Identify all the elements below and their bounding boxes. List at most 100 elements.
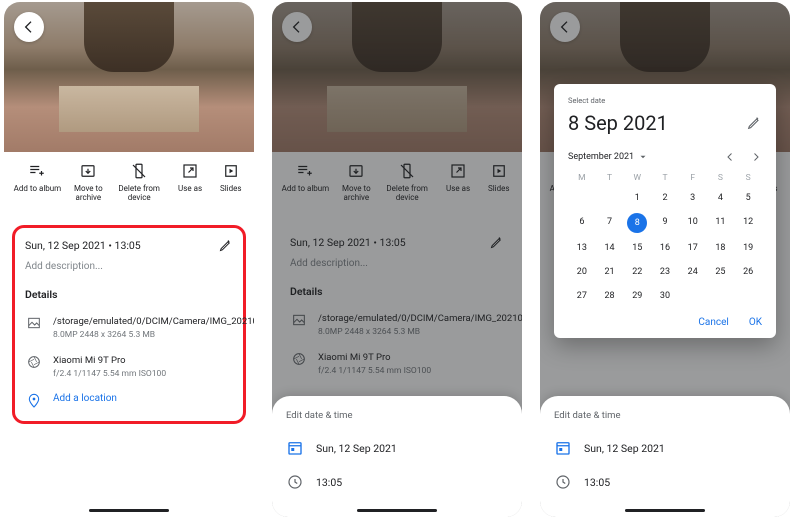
calendar-day[interactable]: 28 <box>596 287 624 305</box>
calendar-day[interactable]: 11 <box>707 213 735 233</box>
action-label: Slides <box>220 185 242 194</box>
screen-edit-datetime: Add to album Move to archive Delete from… <box>272 2 522 517</box>
screen-info: Add to album Move to archive Delete from… <box>4 2 254 517</box>
calendar-day[interactable]: 30 <box>651 287 679 305</box>
calendar-day[interactable]: 18 <box>707 239 735 257</box>
calendar-day[interactable]: 5 <box>734 189 762 207</box>
location-icon <box>26 393 42 409</box>
calendar-empty <box>596 189 624 207</box>
edit-date-value: Sun, 12 Sep 2021 <box>316 442 397 455</box>
calendar-empty <box>568 189 596 207</box>
edit-time-row[interactable]: 13:05 <box>286 469 508 495</box>
aperture-icon <box>26 354 42 370</box>
edit-time-value: 13:05 <box>316 476 342 489</box>
home-indicator[interactable] <box>357 509 437 512</box>
caret-down-icon <box>638 152 648 162</box>
calendar-day[interactable]: 1 <box>623 189 651 207</box>
open-in-new-icon <box>181 162 199 180</box>
edit-date-row: Sun, 12 Sep 2021 <box>554 435 776 461</box>
calendar-day[interactable]: 15 <box>623 239 651 257</box>
date-picker-dialog: Select date 8 Sep 2021 September 2021 MT… <box>554 84 776 338</box>
calendar-day[interactable]: 29 <box>623 287 651 305</box>
calendar-day[interactable]: 9 <box>651 213 679 233</box>
home-indicator[interactable] <box>625 509 705 512</box>
calendar-day[interactable]: 10 <box>679 213 707 233</box>
file-meta: 8.0MP 2448 x 3264 5.3 MB <box>53 330 254 340</box>
action-label: Move to archive <box>63 185 114 203</box>
delete-from-device-button[interactable]: Delete from device <box>114 162 165 203</box>
archive-icon <box>79 162 97 180</box>
calendar-day[interactable]: 20 <box>568 263 596 281</box>
dow-label: T <box>596 173 624 183</box>
no-cell-icon <box>130 162 148 180</box>
calendar-day[interactable]: 4 <box>707 189 735 207</box>
chevron-right-icon[interactable] <box>750 151 762 163</box>
dow-label: S <box>707 173 735 183</box>
edit-icon[interactable] <box>218 238 233 253</box>
dow-label: W <box>623 173 651 183</box>
back-button[interactable] <box>14 12 44 42</box>
action-label: Add to album <box>14 185 62 194</box>
edit-time-row: 13:05 <box>554 469 776 495</box>
photo-content <box>59 86 199 132</box>
photo-content <box>84 2 174 72</box>
calendar-day[interactable]: 6 <box>568 213 596 233</box>
calendar-day[interactable]: 24 <box>679 263 707 281</box>
calendar-day[interactable]: 13 <box>568 239 596 257</box>
clock-icon <box>554 473 572 491</box>
calendar-day[interactable]: 3 <box>679 189 707 207</box>
datetime-text: Sun, 12 Sep 2021 • 13:05 <box>25 239 141 252</box>
clock-icon <box>286 473 304 491</box>
cancel-button[interactable]: Cancel <box>698 317 728 328</box>
month-label: September 2021 <box>568 152 634 162</box>
camera-detail-row: Xiaomi Mi 9T Pro f/2.4 1/1147 5.54 mm IS… <box>25 354 233 379</box>
edit-date-row[interactable]: Sun, 12 Sep 2021 <box>286 435 508 461</box>
calendar-day[interactable]: 21 <box>596 263 624 281</box>
slideshow-button[interactable]: Slides <box>216 162 247 203</box>
calendar-day[interactable]: 17 <box>679 239 707 257</box>
picker-supertitle: Select date <box>568 96 762 105</box>
edit-datetime-sheet: Edit date & time Sun, 12 Sep 2021 13:05 <box>272 396 522 517</box>
calendar-day[interactable]: 23 <box>651 263 679 281</box>
file-detail-row: /storage/emulated/0/DCIM/Camera/IMG_2021… <box>25 315 233 340</box>
month-dropdown[interactable]: September 2021 <box>568 152 648 162</box>
move-to-archive-button[interactable]: Move to archive <box>63 162 114 203</box>
screen-date-picker: Add to album Move to archive Delete from… <box>540 2 790 517</box>
add-location-button[interactable]: Add a location <box>25 393 233 409</box>
calendar-day[interactable]: 7 <box>596 213 624 233</box>
dow-label: M <box>568 173 596 183</box>
edit-icon[interactable] <box>746 115 762 131</box>
file-path: /storage/emulated/0/DCIM/Camera/IMG_2021… <box>53 315 254 328</box>
ok-button[interactable]: OK <box>749 317 762 328</box>
add-to-album-button[interactable]: Add to album <box>12 162 63 203</box>
add-location-label: Add a location <box>53 393 117 404</box>
use-as-button[interactable]: Use as <box>165 162 216 203</box>
details-heading: Details <box>25 288 233 301</box>
home-indicator[interactable] <box>89 509 169 512</box>
dow-label: T <box>651 173 679 183</box>
picker-headline: 8 Sep 2021 <box>568 111 668 135</box>
calendar-day[interactable]: 12 <box>734 213 762 233</box>
chevron-left-icon[interactable] <box>724 151 736 163</box>
calendar-day[interactable]: 8 <box>627 213 647 233</box>
calendar-day[interactable]: 27 <box>568 287 596 305</box>
calendar-day[interactable]: 2 <box>651 189 679 207</box>
photo-preview[interactable] <box>4 2 254 152</box>
action-row: Add to album Move to archive Delete from… <box>4 152 254 217</box>
calendar-empty <box>734 287 762 305</box>
calendar-day[interactable]: 22 <box>623 263 651 281</box>
action-label: Delete from device <box>114 185 165 203</box>
add-description-input[interactable]: Add description... <box>25 261 233 272</box>
calendar-grid: MTWTFSS123456789101112131415161718192021… <box>568 173 762 305</box>
camera-name: Xiaomi Mi 9T Pro <box>53 354 166 367</box>
info-card: Sun, 12 Sep 2021 • 13:05 Add description… <box>12 225 246 425</box>
calendar-day[interactable]: 19 <box>734 239 762 257</box>
calendar-day[interactable]: 16 <box>651 239 679 257</box>
calendar-day[interactable]: 14 <box>596 239 624 257</box>
dow-label: S <box>734 173 762 183</box>
calendar-day[interactable]: 26 <box>734 263 762 281</box>
playlist-add-icon <box>28 162 46 180</box>
sheet-title: Edit date & time <box>554 410 776 421</box>
action-label: Use as <box>178 185 202 194</box>
calendar-day[interactable]: 25 <box>707 263 735 281</box>
